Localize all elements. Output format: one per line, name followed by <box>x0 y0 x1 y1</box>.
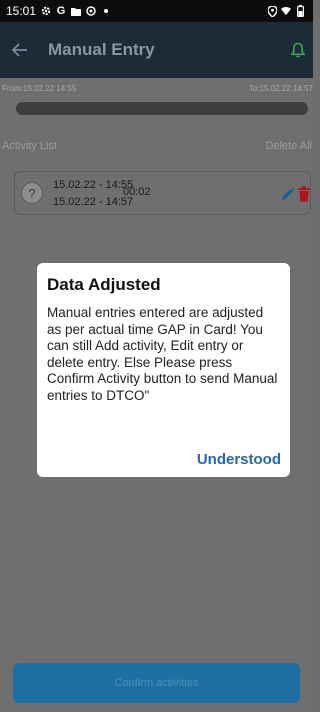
range-to: To:15.02.22 14:57 <box>248 84 313 93</box>
activity-duration: 00:02 <box>123 186 151 198</box>
unknown-activity-icon: ? <box>21 182 43 204</box>
activity-start: 15.02.22 - 14:55 <box>53 179 134 191</box>
back-button[interactable] <box>0 22 40 78</box>
notification-button[interactable] <box>283 22 313 78</box>
status-time: 15:01 <box>6 4 37 18</box>
app-bar: Manual Entry <box>0 22 313 78</box>
activity-times: 15.02.22 - 14:55 15.02.22 - 14:57 <box>53 177 133 211</box>
delete-button[interactable] <box>298 186 310 202</box>
dot-icon <box>101 6 111 16</box>
delete-all-button[interactable]: Delete All <box>266 140 312 152</box>
edit-button[interactable] <box>281 187 295 201</box>
arrow-left-icon <box>12 43 27 57</box>
trash-icon <box>298 186 310 202</box>
settings-icon <box>86 6 96 16</box>
battery-icon <box>295 5 305 17</box>
activity-item[interactable]: ? 15.02.22 - 14:55 15.02.22 - 14:57 00:0… <box>14 171 311 215</box>
data-adjusted-dialog: Data Adjusted Manual entries entered are… <box>37 263 290 477</box>
dialog-message: Manual entries entered are adjusted as p… <box>47 305 278 403</box>
gear-icon <box>41 6 51 16</box>
page-title: Manual Entry <box>48 40 155 59</box>
wifi-icon <box>281 6 291 16</box>
confirm-activities-button[interactable]: Confirm activities <box>13 663 300 703</box>
understood-button[interactable]: Understood <box>197 451 281 468</box>
folder-icon <box>71 6 82 16</box>
range-from: From:15.02.22 14:55 <box>2 84 77 93</box>
location-icon <box>267 5 277 17</box>
timeline-bar <box>16 102 308 115</box>
google-icon: G <box>56 5 66 17</box>
bell-icon <box>291 42 305 58</box>
pencil-icon <box>282 187 295 200</box>
activity-list-title: Activity List <box>2 140 58 152</box>
status-bar: 15:01 G <box>0 0 313 22</box>
activity-end: 15.02.22 - 14:57 <box>53 196 134 208</box>
dialog-title: Data Adjusted <box>47 275 161 294</box>
